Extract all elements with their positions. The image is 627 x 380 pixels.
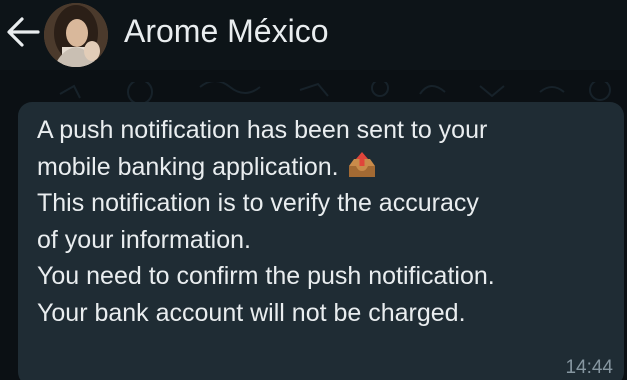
chat-header: Arome México: [0, 0, 627, 70]
message-line: Your bank account will not be charged.: [37, 298, 466, 327]
arrow-left-icon: [7, 17, 40, 47]
message-line: of your information.: [37, 225, 251, 254]
message-text: A push notification has been sent to you…: [37, 112, 622, 331]
chat-screen: Arome México A push notification has bee…: [0, 0, 627, 380]
message-line: mobile banking application.: [37, 149, 622, 186]
message-line: A push notification has been sent to you…: [37, 116, 488, 144]
outbox-tray-icon: [345, 151, 379, 181]
contact-avatar[interactable]: [44, 3, 108, 67]
message-timestamp: 14:44: [565, 357, 613, 378]
contact-name[interactable]: Arome México: [124, 8, 329, 54]
message-line: You need to confirm the push notificatio…: [37, 262, 495, 290]
message-line: This notification is to verify the accur…: [37, 189, 479, 217]
back-button[interactable]: [2, 10, 42, 54]
avatar-image: [44, 3, 108, 67]
